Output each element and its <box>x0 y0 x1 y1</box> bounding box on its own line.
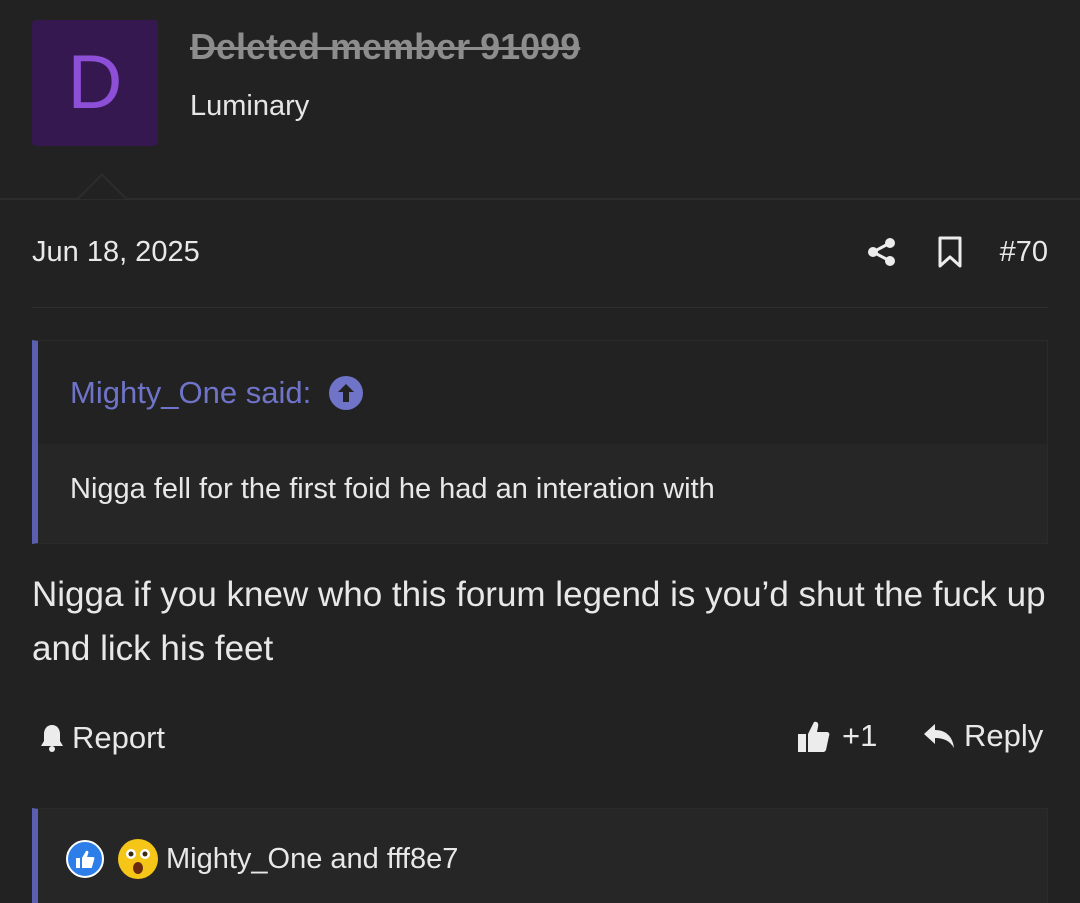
report-label: Report <box>72 720 166 755</box>
quote-author-link[interactable]: Mighty_One said: <box>70 375 311 411</box>
report-button[interactable]: Report <box>38 720 165 756</box>
divider <box>32 307 1048 308</box>
reply-icon <box>924 724 954 748</box>
post-user-block: D Deleted member 91099 Luminary <box>0 0 1080 200</box>
reaction-row: Mighty_One and fff8e7 <box>66 839 458 879</box>
quote-text: Nigga fell for the first foid he had an … <box>70 473 715 505</box>
user-block-pointer-inner <box>79 176 125 199</box>
forum-post: D Deleted member 91099 Luminary Jun 18, … <box>0 0 1080 903</box>
quote-header: Mighty_One said: <box>38 341 1047 444</box>
bell-icon <box>41 725 63 752</box>
reply-button[interactable]: Reply <box>922 718 1043 754</box>
like-button[interactable]: +1 <box>796 718 877 754</box>
post-date[interactable]: Jun 18, 2025 <box>32 236 200 269</box>
avatar-letter: D <box>67 40 123 125</box>
post-body-text: Nigga if you knew who this forum legend … <box>32 575 1046 668</box>
quote-block: Mighty_One said: Nigga fell for the firs… <box>32 340 1048 544</box>
reply-label: Reply <box>964 718 1044 753</box>
share-icon[interactable] <box>864 234 900 270</box>
like-reaction-icon <box>66 840 104 878</box>
user-title: Luminary <box>190 90 310 122</box>
avatar[interactable]: D <box>32 20 158 146</box>
reaction-users-link[interactable]: Mighty_One and fff8e7 <box>166 843 458 876</box>
post-number[interactable]: #70 <box>1000 236 1048 269</box>
username[interactable]: Deleted member 91099 <box>190 26 580 68</box>
reactions-bar[interactable]: Mighty_One and fff8e7 <box>32 808 1048 903</box>
post-meta-actions: #70 <box>864 230 1048 274</box>
thumbs-up-icon <box>798 721 830 752</box>
like-count: +1 <box>842 718 878 753</box>
wow-reaction-icon <box>118 839 158 879</box>
bookmark-icon[interactable] <box>932 234 968 270</box>
arrow-up-icon[interactable] <box>329 375 364 410</box>
